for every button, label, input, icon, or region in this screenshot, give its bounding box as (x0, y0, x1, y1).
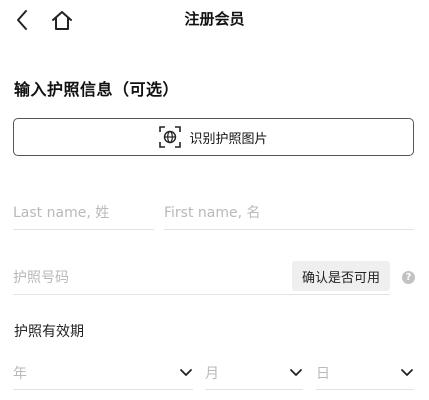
page-title: 注册会员 (184, 10, 245, 28)
first-name-input[interactable] (164, 196, 414, 230)
day-placeholder: 日 (316, 365, 330, 382)
year-placeholder: 年 (13, 365, 27, 382)
last-name-input[interactable] (13, 196, 154, 230)
question-icon[interactable]: ? (402, 271, 415, 284)
month-placeholder: 月 (205, 365, 219, 382)
passport-expiry-label: 护照有效期 (14, 324, 84, 340)
section-title: 输入护照信息（可选） (14, 80, 180, 99)
year-select[interactable]: 年 (13, 356, 193, 390)
verify-passport-button[interactable]: 确认是否可用 (292, 261, 390, 291)
scan-passport-button[interactable]: 识别护照图片 (13, 118, 414, 156)
month-select[interactable]: 月 (205, 356, 303, 390)
chevron-down-icon (401, 368, 413, 376)
day-select[interactable]: 日 (316, 356, 414, 390)
scan-passport-label: 识别护照图片 (189, 131, 268, 147)
chevron-down-icon (180, 368, 192, 376)
scan-passport-icon (159, 126, 182, 148)
chevron-down-icon (290, 368, 302, 376)
